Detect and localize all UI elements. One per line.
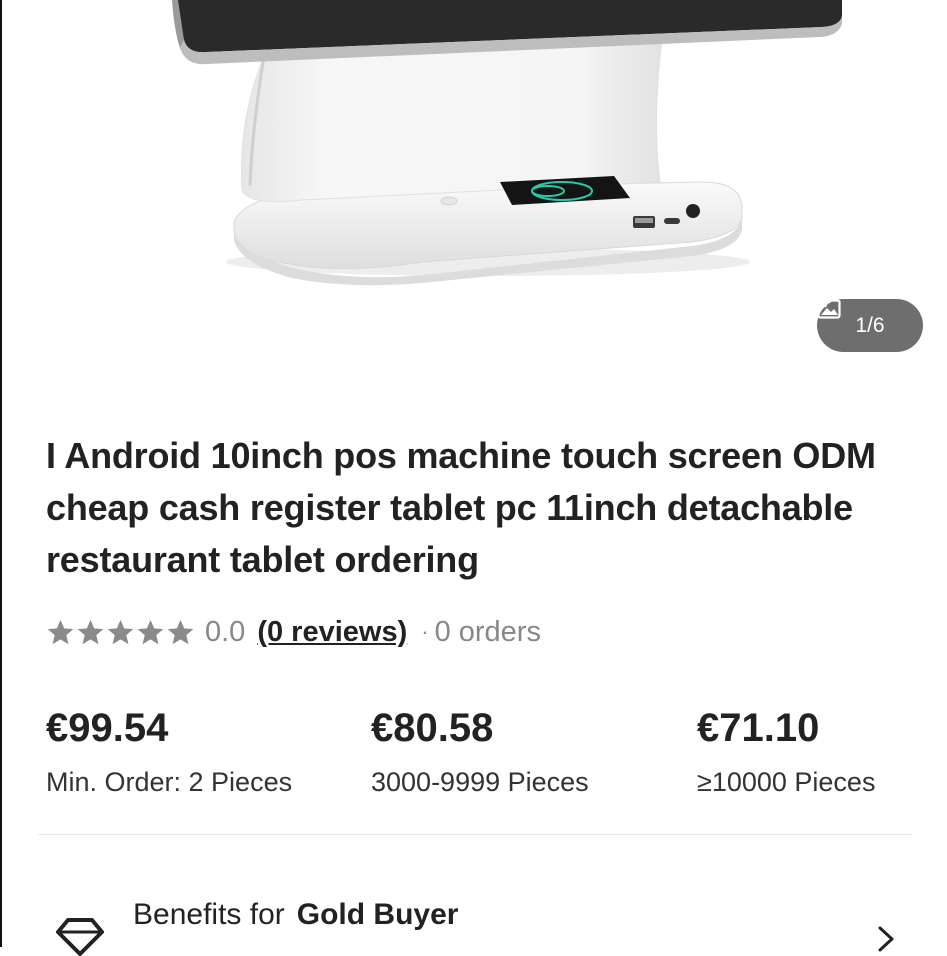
image-counter[interactable]: 1/6: [817, 299, 923, 352]
section-divider: [38, 834, 912, 835]
star-icon: [77, 619, 104, 644]
tier-price: €71.10: [697, 706, 820, 750]
benefits-label: Benefits for Gold Buyer: [133, 898, 458, 932]
separator-dot: ·: [421, 619, 429, 644]
tier-quantity: 3000-9999 Pieces: [371, 767, 589, 797]
price-tier-1: €99.54 Min. Order: 2 Pieces: [46, 700, 292, 802]
price-tier-3: €71.10 ≥10000 Pieces: [697, 700, 875, 802]
star-rating: [46, 618, 195, 647]
buyer-tier-name: Gold Buyer: [296, 898, 459, 931]
diamond-icon: [56, 918, 104, 956]
benefits-prefix: Benefits for: [133, 898, 285, 931]
reviews-link[interactable]: (0 reviews): [257, 616, 407, 649]
image-counter-text: 1/6: [855, 313, 885, 337]
gold-buyer-benefits-row[interactable]: Benefits for Gold Buyer: [0, 880, 947, 956]
rating-value: 0.0: [205, 615, 246, 648]
chevron-right-icon[interactable]: [874, 924, 898, 954]
tier-quantity: Min. Order: 2 Pieces: [46, 767, 293, 797]
product-image-gallery[interactable]: 1/6: [2, 0, 947, 400]
star-icon: [47, 619, 74, 644]
tier-price: €80.58: [371, 706, 494, 750]
orders-count: 0 orders: [434, 615, 541, 648]
star-icon: [167, 619, 194, 644]
star-icon: [107, 619, 134, 644]
product-image: [172, 0, 842, 286]
tier-price: €99.54: [46, 706, 169, 750]
image-icon: [817, 299, 841, 319]
price-tier-2: €80.58 3000-9999 Pieces: [371, 700, 589, 802]
product-title: I Android 10inch pos machine touch scree…: [46, 435, 876, 580]
rating-row: 0.0 (0 reviews) · 0 orders: [46, 612, 541, 652]
tier-quantity: ≥10000 Pieces: [697, 767, 876, 797]
star-icon: [137, 619, 164, 644]
